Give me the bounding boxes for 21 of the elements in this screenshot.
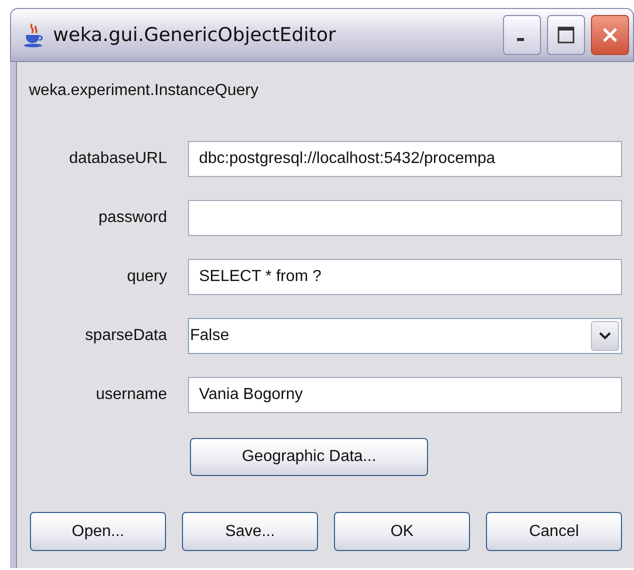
dialog-button[interactable]: Open...: [30, 512, 166, 551]
close-button[interactable]: [591, 15, 629, 55]
input-field[interactable]: SELECT * from ?: [188, 259, 622, 295]
geographic-data-button[interactable]: Geographic Data...: [190, 438, 428, 476]
property-label: databaseURL: [68, 150, 167, 168]
property-label: username: [94, 386, 167, 404]
input-field[interactable]: Vania Bogorny: [188, 377, 622, 413]
maximize-icon[interactable]: [557, 26, 575, 44]
dialog-button[interactable]: Cancel: [486, 512, 622, 551]
property-label: password: [98, 209, 167, 227]
dialog-button[interactable]: OK: [334, 512, 470, 551]
property-label: query: [126, 268, 167, 286]
input-field[interactable]: [188, 200, 622, 236]
maximize-button[interactable]: [547, 15, 585, 55]
input-field[interactable]: dbc:postgresql://localhost:5432/procempa: [188, 141, 622, 177]
dialog-button[interactable]: Save...: [182, 512, 318, 551]
class-name-label: weka.experiment.InstanceQuery: [28, 81, 260, 101]
property-label: sparseData: [84, 327, 167, 345]
window-title: weka.gui.GenericObjectEditor: [53, 24, 337, 46]
dropdown[interactable]: False: [188, 318, 622, 354]
coffee-cup-icon: [23, 22, 45, 48]
